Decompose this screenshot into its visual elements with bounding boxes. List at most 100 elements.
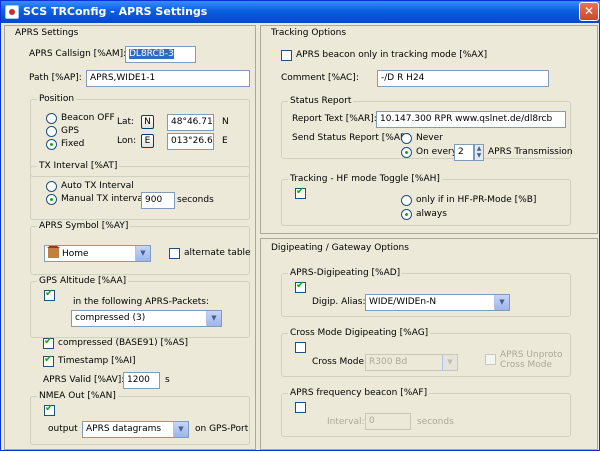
digip-alias-value: WIDE/WIDEn-N (369, 297, 437, 307)
tx-interval-title: TX Interval [%AT] (37, 161, 120, 171)
gps-altitude-title: GPS Altitude [%AA] (37, 276, 129, 286)
beacon-off-label: Beacon OFF (61, 113, 115, 123)
chevron-down-icon[interactable]: ▼ (494, 295, 509, 310)
beacon-only-checkbox[interactable] (281, 50, 292, 61)
gps-radio[interactable] (46, 126, 57, 137)
manual-tx-unit: seconds (177, 195, 214, 205)
report-text-input[interactable]: 10.147.300 RPR www.qslnet.de/dl8rcb (376, 111, 566, 128)
lat-label: Lat: (117, 117, 135, 127)
path-input[interactable]: APRS,WIDE1-1 (86, 70, 250, 87)
auto-tx-radio[interactable] (46, 181, 57, 192)
transmission-count-input[interactable]: 2 (454, 144, 474, 161)
comment-input[interactable]: -/D R H24 (377, 70, 549, 87)
aprs-valid-input[interactable]: 1200 (123, 372, 160, 389)
close-button[interactable]: ✕ (579, 2, 599, 21)
chevron-down-icon[interactable]: ▼ (173, 422, 188, 437)
hf-mode-toggle-group: Tracking - HF mode Toggle [%AH] only if … (281, 174, 571, 226)
aprs-digipeating-checkbox[interactable] (295, 280, 306, 293)
hf-mode-toggle-checkbox[interactable] (295, 186, 306, 199)
digipeating-title: Digipeating / Gateway Options (271, 243, 409, 253)
frequency-beacon-checkbox[interactable] (295, 402, 306, 413)
gps-altitude-checkbox[interactable] (44, 288, 55, 301)
fixed-radio[interactable] (46, 139, 57, 150)
lat-suffix: N (222, 117, 229, 127)
status-report-group: Status Report Report Text [%AR]: 10.147.… (281, 96, 573, 161)
status-report-title: Status Report (288, 96, 354, 106)
beacon-off-radio[interactable] (46, 113, 57, 124)
nmea-out-group: NMEA Out [%AN] output APRS datagrams ▼ o… (30, 391, 250, 445)
position-title: Position (37, 94, 77, 104)
chevron-down-icon[interactable]: ▼ (442, 355, 457, 370)
aprs-settings-window: SCS TRConfig - APRS Settings ✕ APRS Sett… (0, 0, 600, 451)
manual-tx-input[interactable]: 900 (141, 192, 175, 209)
compressed-label: compressed (BASE91) [%AS] (58, 338, 188, 348)
symbol-value: Home (62, 249, 89, 259)
alternate-table-checkbox[interactable] (169, 248, 180, 259)
interval-unit: seconds (417, 417, 454, 427)
path-label: Path [%AP]: (29, 73, 82, 83)
callsign-value: DL8RCB-3 (129, 49, 174, 59)
in-packets-label: in the following APRS-Packets: (73, 297, 209, 307)
lon-hemisphere-button[interactable]: E (141, 134, 154, 148)
interval-input[interactable]: 0 (365, 413, 411, 430)
callsign-label: APRS Callsign [%AM]: (29, 49, 127, 59)
manual-tx-radio[interactable] (46, 194, 57, 205)
aprs-settings-panel: APRS Settings APRS Callsign [%AM]: DL8RC… (4, 25, 256, 450)
frequency-beacon-group: APRS frequency beacon [%AF] Interval: 0 … (281, 388, 571, 437)
always-radio[interactable] (401, 209, 412, 220)
aprs-digipeating-group: APRS-Digipeating [%AD] Digip. Alias: WID… (281, 268, 571, 317)
window-title: SCS TRConfig - APRS Settings (23, 5, 208, 18)
cross-mode-checkbox[interactable] (295, 342, 306, 353)
output-label: output (48, 424, 78, 434)
cross-mode-group: Cross Mode Digipeating [%AG] Cross Mode:… (281, 328, 571, 377)
callsign-input[interactable]: DL8RCB-3 (125, 46, 196, 63)
lat-input[interactable]: 48°46.71 (167, 114, 214, 131)
always-label: always (416, 209, 447, 219)
cross-mode-select[interactable]: R300 Bd ▼ (365, 354, 458, 371)
unproto-cross-checkbox[interactable] (485, 354, 496, 365)
lon-label: Lon: (117, 136, 137, 146)
never-radio[interactable] (401, 133, 412, 144)
only-if-hf-label: only if in HF-PR-Mode [%B] (416, 195, 537, 205)
symbol-select[interactable]: Home ▼ (44, 245, 151, 262)
nmea-output-select[interactable]: APRS datagrams ▼ (82, 421, 189, 438)
on-every-radio[interactable] (401, 147, 412, 158)
title-bar[interactable]: SCS TRConfig - APRS Settings ✕ (1, 1, 600, 23)
aprs-settings-title: APRS Settings (15, 28, 79, 38)
chevron-down-icon[interactable]: ▼ (135, 246, 150, 261)
manual-tx-label: Manual TX interval: (61, 194, 149, 204)
aprs-valid-label: APRS Valid [%AV]: (43, 375, 125, 385)
digip-alias-label: Digip. Alias: (312, 297, 366, 307)
on-every-label: On every (416, 147, 458, 157)
report-text-label: Report Text [%AR]: (292, 114, 377, 124)
tracking-options-panel: Tracking Options APRS beacon only in tra… (260, 25, 598, 234)
aprs-valid-unit: s (165, 375, 170, 385)
lon-suffix: E (222, 136, 228, 146)
nmea-out-checkbox[interactable] (44, 403, 55, 416)
hf-mode-toggle-title: Tracking - HF mode Toggle [%AH] (288, 174, 442, 184)
aprs-digipeating-title: APRS-Digipeating [%AD] (288, 268, 403, 278)
never-label: Never (416, 133, 443, 143)
app-icon (5, 5, 19, 19)
tracking-options-title: Tracking Options (271, 28, 347, 38)
lon-input[interactable]: 013°26.64 (167, 133, 214, 150)
lat-hemisphere-button[interactable]: N (141, 115, 154, 129)
transmission-count-spinner[interactable]: ▲ ▼ (474, 144, 484, 161)
chevron-down-icon[interactable]: ▼ (206, 311, 221, 326)
only-if-hf-radio[interactable] (401, 195, 412, 206)
cross-mode-title: Cross Mode Digipeating [%AG] (288, 328, 431, 338)
digip-alias-select[interactable]: WIDE/WIDEn-N ▼ (365, 294, 510, 311)
frequency-beacon-title: APRS frequency beacon [%AF] (288, 388, 430, 398)
compressed-checkbox[interactable] (43, 336, 54, 349)
home-icon (47, 246, 60, 258)
gps-label: GPS (61, 126, 80, 136)
interval-label: Interval: (327, 417, 365, 427)
timestamp-label: Timestamp [%AI] (58, 356, 136, 366)
send-status-label: Send Status Report [%AE]: (292, 133, 413, 143)
tx-interval-group: TX Interval [%AT] Auto TX Interval Manua… (30, 161, 250, 220)
altitude-packets-select[interactable]: compressed (3) ▼ (71, 310, 222, 327)
timestamp-checkbox[interactable] (43, 354, 54, 367)
fixed-label: Fixed (61, 139, 85, 149)
cross-mode-value: R300 Bd (369, 357, 408, 367)
auto-tx-label: Auto TX Interval (61, 181, 134, 191)
